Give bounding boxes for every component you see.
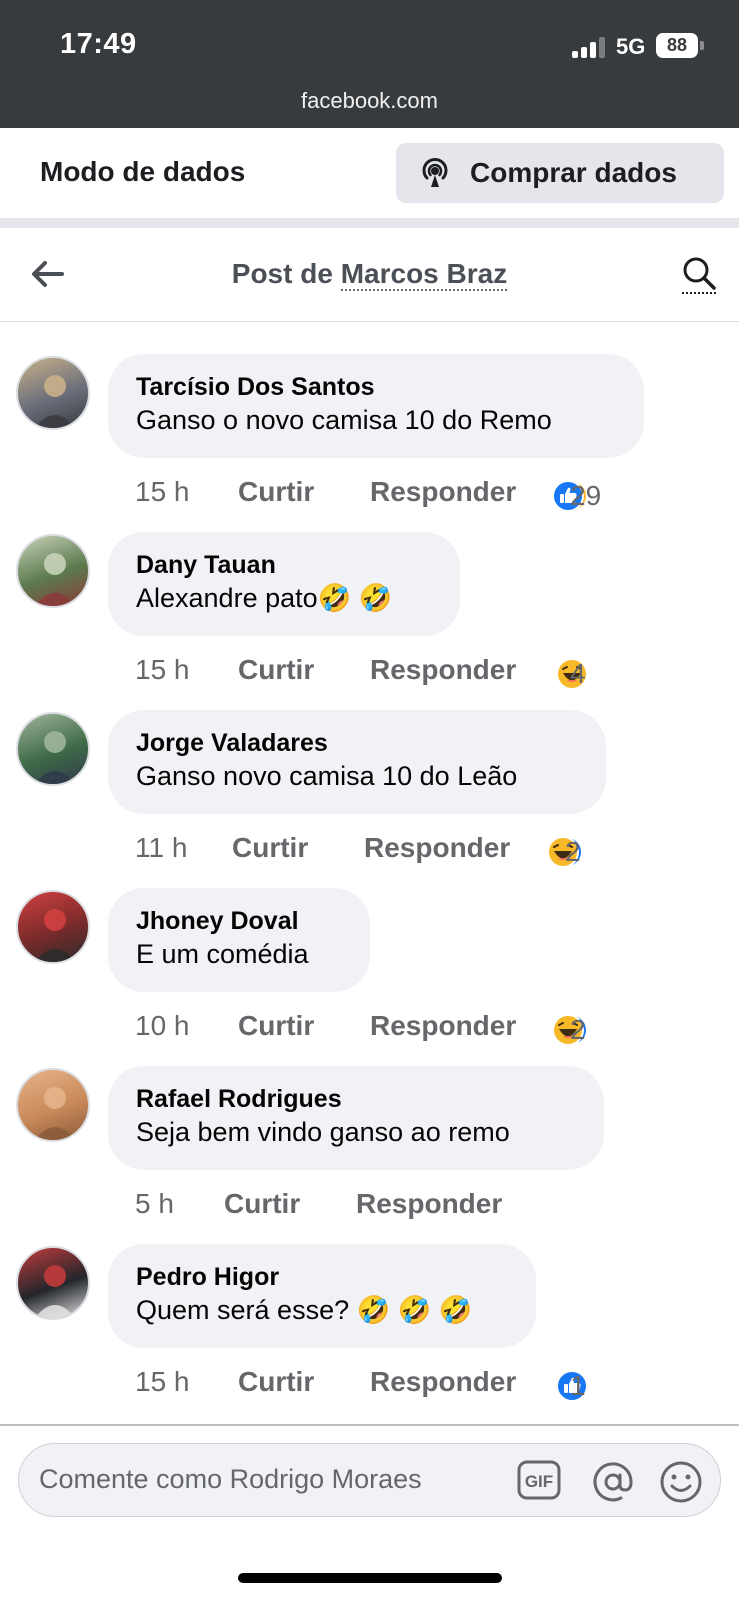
commenter-name[interactable]: Jhoney Doval — [136, 906, 344, 936]
mention-icon[interactable] — [591, 1460, 635, 1504]
comment-text: E um comédia — [136, 939, 309, 969]
comment-time[interactable]: 15 h — [135, 654, 190, 686]
avatar[interactable] — [16, 534, 90, 608]
comment-bubble: Pedro Higor Quem será esse? 🤣 🤣 🤣 — [108, 1244, 536, 1348]
commenter-name[interactable]: Jorge Valadares — [136, 728, 580, 758]
like-button[interactable]: Curtir — [238, 476, 314, 508]
commenter-name[interactable]: Pedro Higor — [136, 1262, 510, 1292]
avatar[interactable] — [16, 712, 90, 786]
reply-button[interactable]: Responder — [370, 1366, 516, 1398]
like-button[interactable]: Curtir — [238, 654, 314, 686]
reaction-count: 29 — [570, 480, 602, 511]
commenter-name[interactable]: Rafael Rodrigues — [136, 1084, 578, 1114]
like-button[interactable]: Curtir — [238, 1010, 314, 1042]
buy-data-button[interactable]: Comprar dados — [396, 143, 724, 203]
commenter-name[interactable]: Tarcísio Dos Santos — [136, 372, 618, 402]
comment-actions: 15 h Curtir Responder 1 — [135, 1366, 735, 1406]
comment-bubble: Jorge Valadares Ganso novo camisa 10 do … — [108, 710, 606, 814]
comment-time[interactable]: 11 h — [135, 832, 187, 864]
emoji-icon[interactable] — [659, 1460, 703, 1504]
avatar-photo — [35, 731, 75, 784]
comment-actions: 11 h Curtir Responder 2 — [135, 832, 735, 872]
network-type: 5G — [616, 34, 646, 59]
gif-label: GIF — [525, 1472, 553, 1491]
reaction-count: 1 — [570, 1370, 586, 1401]
avatar-photo — [35, 553, 75, 606]
url-bar[interactable]: facebook.com — [0, 88, 739, 114]
comment-text: Alexandre pato🤣 🤣 — [136, 583, 393, 613]
avatar-photo — [35, 375, 75, 428]
avatar-photo — [35, 1265, 75, 1318]
reply-button[interactable]: Responder — [370, 476, 516, 508]
title-prefix: Post de — [231, 258, 341, 289]
search-icon[interactable] — [680, 255, 720, 295]
comment-time[interactable]: 5 h — [135, 1188, 174, 1220]
comment-input[interactable]: Comente como Rodrigo Moraes GIF — [18, 1443, 721, 1517]
like-button[interactable]: Curtir — [238, 1366, 314, 1398]
comment-time[interactable]: 10 h — [135, 1010, 190, 1042]
avatar-photo — [35, 909, 75, 962]
avatar[interactable] — [16, 356, 90, 430]
avatar[interactable] — [16, 890, 90, 964]
avatar-photo — [35, 1087, 75, 1140]
comment-time[interactable]: 15 h — [135, 1366, 190, 1398]
comment-bubble: Dany Tauan Alexandre pato🤣 🤣 — [108, 532, 460, 636]
home-indicator[interactable] — [238, 1573, 502, 1583]
comment-actions: 5 h Curtir Responder — [135, 1188, 735, 1228]
comment-time[interactable]: 15 h — [135, 476, 190, 508]
like-button[interactable]: Curtir — [224, 1188, 300, 1220]
reply-button[interactable]: Responder — [356, 1188, 502, 1220]
page-title: Post de Marcos Braz — [0, 258, 739, 291]
post-header: Post de Marcos Braz — [0, 228, 739, 322]
battery-tip — [700, 41, 704, 50]
like-button[interactable]: Curtir — [232, 832, 308, 864]
reply-button[interactable]: Responder — [370, 1010, 516, 1042]
data-mode-bar: Modo de dados Comprar dados — [0, 128, 739, 218]
gif-icon[interactable]: GIF — [517, 1460, 561, 1500]
composer-divider — [0, 1424, 739, 1426]
avatar[interactable] — [16, 1068, 90, 1142]
broadcast-icon — [422, 158, 448, 187]
comment-actions: 10 h Curtir Responder 2 — [135, 1010, 735, 1050]
comment-text: Seja bem vindo ganso ao remo — [136, 1117, 510, 1147]
comment-text: Ganso o novo camisa 10 do Remo — [136, 405, 552, 435]
section-divider — [0, 218, 739, 228]
signal-icon — [572, 36, 606, 58]
commenter-name[interactable]: Dany Tauan — [136, 550, 434, 580]
buy-data-label: Comprar dados — [470, 157, 677, 188]
reaction-count: 4 — [570, 658, 586, 689]
avatar[interactable] — [16, 1246, 90, 1320]
browser-top-bar: 17:49 5G 88 facebook.com — [0, 0, 739, 128]
comment-bubble: Tarcísio Dos Santos Ganso o novo camisa … — [108, 354, 644, 458]
reaction-count: 2 — [565, 836, 581, 867]
battery-icon: 88 — [656, 33, 698, 58]
comment-actions: 15 h Curtir Responder 4 — [135, 654, 735, 694]
comment-actions: 15 h Curtir Responder 29 — [135, 476, 735, 516]
reply-button[interactable]: Responder — [364, 832, 510, 864]
data-mode-title: Modo de dados — [40, 156, 246, 187]
comment-bubble: Rafael Rodrigues Seja bem vindo ganso ao… — [108, 1066, 604, 1170]
comment-text: Quem será esse? 🤣 🤣 🤣 — [136, 1295, 473, 1325]
post-author-link[interactable]: Marcos Braz — [340, 258, 508, 291]
comment-bubble: Jhoney Doval E um comédia — [108, 888, 370, 992]
comment-placeholder: Comente como Rodrigo Moraes — [39, 1464, 422, 1494]
comment-text: Ganso novo camisa 10 do Leão — [136, 761, 518, 791]
reaction-count: 2 — [570, 1014, 586, 1045]
status-time: 17:49 — [60, 28, 137, 60]
reply-button[interactable]: Responder — [370, 654, 516, 686]
